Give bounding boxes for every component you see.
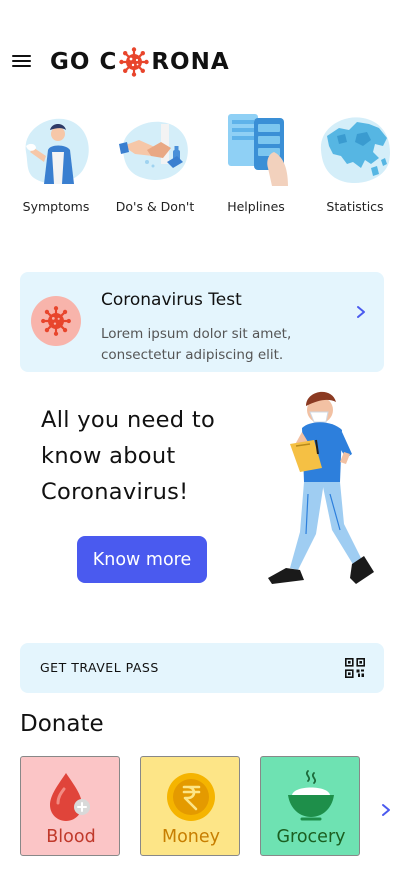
- logo-text-right: RONA: [151, 49, 230, 75]
- doctor-with-clipboard-illustration: [268, 391, 374, 584]
- virus-logo-icon: [119, 47, 150, 77]
- blood-drop-icon: [50, 773, 90, 821]
- virus-badge: [31, 296, 81, 346]
- chevron-right-icon[interactable]: [379, 802, 393, 818]
- donate-label: Money: [161, 827, 221, 847]
- travel-pass-card[interactable]: GET TRAVEL PASS: [20, 643, 384, 693]
- rupee-coin-icon: [167, 773, 215, 821]
- logo-text-left: GO C: [50, 49, 118, 75]
- know-more-button[interactable]: Know more: [77, 536, 207, 583]
- virus-icon: [41, 306, 71, 336]
- category-label: Symptoms: [22, 199, 90, 214]
- coronavirus-test-card[interactable]: Coronavirus Test Lorem ipsum dolor sit a…: [20, 272, 384, 372]
- hamburger-menu-icon[interactable]: [12, 52, 32, 72]
- donate-label: Grocery: [276, 827, 346, 847]
- app-logo: GO C RONA: [50, 46, 230, 78]
- category-statistics[interactable]: Statistics: [310, 112, 400, 214]
- category-dos-donts[interactable]: Do's & Don't: [110, 112, 200, 214]
- phone-in-hand-icon: [228, 114, 288, 186]
- donate-grocery-card[interactable]: Grocery: [260, 756, 360, 856]
- category-symptoms[interactable]: Symptoms: [11, 112, 101, 214]
- hero-headline: All you need to know about Coronavirus!: [41, 407, 216, 505]
- chevron-right-icon[interactable]: [354, 305, 368, 319]
- category-label: Helplines: [227, 199, 285, 214]
- donate-money-card[interactable]: Money: [140, 756, 240, 856]
- qr-code-icon[interactable]: [345, 658, 365, 678]
- donate-label: Blood: [46, 827, 96, 847]
- category-helplines[interactable]: Helplines: [211, 112, 301, 214]
- hand-washing-icon: [119, 121, 188, 180]
- category-label: Statistics: [326, 199, 384, 214]
- travel-pass-label: GET TRAVEL PASS: [40, 660, 159, 675]
- test-card-description: Lorem ipsum dolor sit amet, consectetur …: [101, 326, 292, 363]
- coughing-person-icon: [25, 118, 89, 184]
- donate-blood-card[interactable]: Blood: [20, 756, 120, 856]
- app-header: GO C RONA: [0, 40, 414, 84]
- food-bowl-icon: [288, 770, 334, 821]
- test-card-title: Coronavirus Test: [101, 290, 242, 310]
- category-label: Do's & Don't: [115, 199, 195, 214]
- donate-heading: Donate: [20, 711, 104, 737]
- category-row: Symptoms Do's & Don't Helplines Statisti…: [0, 112, 414, 222]
- world-map-icon: [320, 117, 390, 184]
